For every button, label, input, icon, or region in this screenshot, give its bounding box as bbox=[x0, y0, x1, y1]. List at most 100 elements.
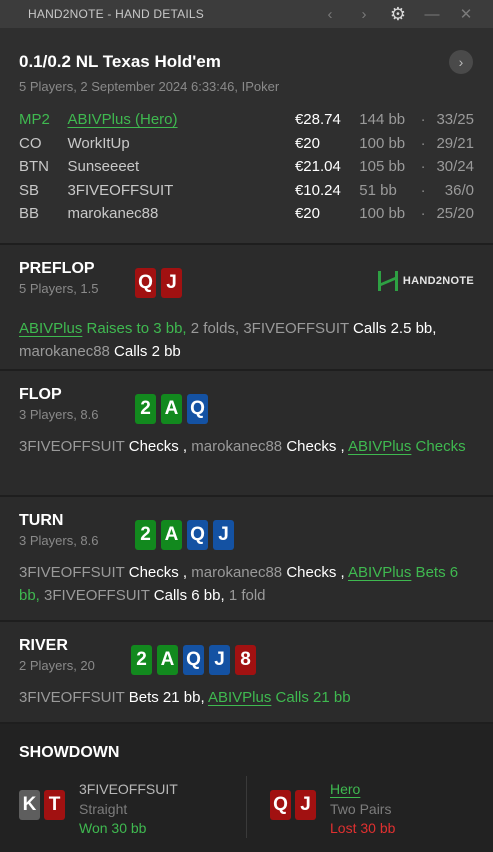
showdown-hero-link[interactable]: Hero bbox=[330, 781, 360, 797]
gear-icon[interactable]: ⚙ bbox=[381, 0, 415, 28]
player-name: 3FIVEOFFSUIT bbox=[243, 320, 349, 337]
action-text: Calls 6 bb, bbox=[149, 586, 229, 604]
street-actions: 3FIVEOFFSUIT Checks , marokanec88 Checks… bbox=[19, 436, 474, 459]
showdown-result: Lost 30 bb bbox=[330, 820, 396, 836]
next-hand-button[interactable]: › bbox=[449, 50, 473, 74]
card: A bbox=[157, 645, 178, 675]
minimize-icon[interactable]: — bbox=[415, 0, 449, 28]
card: J bbox=[161, 268, 182, 298]
hole-cards: Q J bbox=[135, 268, 182, 298]
card: Q bbox=[270, 790, 291, 820]
player-stats: 25/20 bbox=[436, 205, 474, 223]
action-text: Calls 2 bb bbox=[109, 342, 181, 360]
action-text: Calls 21 bb bbox=[271, 689, 351, 706]
player-name-link[interactable]: ABIVPlus (Hero) bbox=[67, 111, 177, 128]
action-text: Checks , bbox=[124, 564, 192, 581]
board-cards: 2 A Q J bbox=[135, 520, 234, 550]
players-table: MP2 ABIVPlus (Hero) €28.74 144 bb · 33/2… bbox=[19, 108, 474, 226]
player-bb: 144 bb bbox=[359, 111, 406, 129]
card: 2 bbox=[135, 520, 156, 550]
action-text: Raises to 3 bb, bbox=[82, 320, 191, 337]
player-name[interactable]: marokanec88 bbox=[67, 205, 295, 222]
street-actions: ABIVPlus Raises to 3 bb, 2 folds, 3FIVEO… bbox=[19, 318, 474, 363]
card: 2 bbox=[135, 394, 156, 424]
card: 8 bbox=[235, 645, 256, 675]
card: Q bbox=[135, 268, 156, 298]
separator: · bbox=[420, 111, 426, 129]
player-stats: 30/24 bbox=[436, 158, 474, 176]
action-text: Bets 21 bb, bbox=[124, 689, 208, 706]
card: T bbox=[44, 790, 65, 820]
separator: · bbox=[420, 181, 426, 199]
player-name[interactable]: WorkItUp bbox=[67, 135, 295, 152]
player-stack: €28.74 bbox=[294, 111, 341, 129]
chevron-right-icon[interactable]: › bbox=[347, 0, 381, 28]
showdown-player-name: 3FIVEOFFSUIT bbox=[79, 781, 178, 797]
player-row: BB marokanec88 €20 100 bb · 25/20 bbox=[19, 202, 474, 226]
player-link[interactable]: ABIVPlus bbox=[348, 564, 411, 581]
street-actions: 3FIVEOFFSUIT Bets 21 bb, ABIVPlus Calls … bbox=[19, 687, 474, 710]
logo-text: HAND2NOTE bbox=[402, 275, 474, 287]
player-row: CO WorkItUp €20 100 bb · 29/21 bbox=[19, 132, 474, 156]
action-text: Checks , bbox=[282, 438, 349, 455]
separator: · bbox=[420, 134, 426, 152]
hand-header: 0.1/0.2 NL Texas Hold'em 5 Players, 2 Se… bbox=[0, 28, 493, 243]
chevron-left-icon[interactable]: ‹ bbox=[313, 0, 347, 28]
player-stack: €20 bbox=[294, 205, 320, 223]
street-subtitle: 3 Players, 8.6 bbox=[19, 533, 99, 548]
card: A bbox=[161, 520, 182, 550]
separator: · bbox=[420, 158, 426, 176]
action-text: Checks bbox=[411, 438, 466, 455]
player-position: MP2 bbox=[19, 111, 50, 129]
showdown-result: Won 30 bb bbox=[79, 820, 147, 836]
close-icon[interactable]: ✕ bbox=[449, 0, 483, 28]
river-section: RIVER 2 Players, 20 2 A Q J 8 3FIVEOFFSU… bbox=[0, 620, 493, 722]
player-bb: 51 bb bbox=[359, 181, 397, 199]
player-link[interactable]: ABIVPlus bbox=[348, 438, 411, 455]
player-link[interactable]: ABIVPlus bbox=[208, 689, 271, 706]
card: J bbox=[209, 645, 230, 675]
card: Q bbox=[183, 645, 204, 675]
street-subtitle: 3 Players, 8.6 bbox=[19, 407, 99, 422]
hand2note-logo-icon bbox=[377, 271, 398, 291]
card: Q bbox=[187, 394, 208, 424]
player-stack: €21.04 bbox=[294, 158, 341, 176]
player-stats: 36/0 bbox=[444, 181, 474, 199]
player-row: BTN Sunseeeet €21.04 105 bb · 30/24 bbox=[19, 155, 474, 179]
street-title: FLOP bbox=[19, 386, 62, 403]
board-cards: 2 A Q J 8 bbox=[131, 645, 256, 675]
action-text: Checks , bbox=[282, 564, 349, 581]
player-name: marokanec88 bbox=[191, 438, 283, 455]
turn-section: TURN 3 Players, 8.6 2 A Q J 3FIVEOFFSUIT… bbox=[0, 495, 493, 620]
action-text: 2 folds, bbox=[190, 320, 244, 337]
hand-title: 0.1/0.2 NL Texas Hold'em bbox=[19, 52, 221, 71]
showdown-hand: Straight bbox=[79, 800, 128, 817]
player-bb: 100 bb bbox=[359, 134, 406, 152]
player-link[interactable]: ABIVPlus bbox=[19, 320, 82, 337]
showdown-title: SHOWDOWN bbox=[19, 744, 120, 761]
player-stats: 29/21 bbox=[436, 134, 474, 152]
player-position: CO bbox=[19, 134, 42, 152]
player-bb: 100 bb bbox=[359, 205, 406, 223]
card: Q bbox=[187, 520, 208, 550]
hand2note-logo: HAND2NOTE bbox=[377, 270, 474, 292]
showdown-player-hero: Q J Hero Two Pairs Lost 30 bb bbox=[270, 780, 395, 839]
card: 2 bbox=[131, 645, 152, 675]
shown-cards: K T bbox=[19, 790, 65, 839]
player-row: SB 3FIVEOFFSUIT €10.24 51 bb · 36/0 bbox=[19, 179, 474, 203]
showdown-player-villain: K T 3FIVEOFFSUIT Straight Won 30 bb bbox=[19, 780, 178, 839]
card: J bbox=[213, 520, 234, 550]
street-actions: 3FIVEOFFSUIT Checks , marokanec88 Checks… bbox=[19, 562, 474, 607]
player-name: 3FIVEOFFSUIT bbox=[19, 564, 125, 581]
player-name[interactable]: 3FIVEOFFSUIT bbox=[67, 182, 295, 199]
player-name: marokanec88 bbox=[19, 342, 110, 360]
player-stack: €20 bbox=[294, 134, 320, 152]
card: A bbox=[161, 394, 182, 424]
showdown-section: SHOWDOWN K T 3FIVEOFFSUIT Straight Won 3… bbox=[0, 722, 493, 852]
title-bar: HAND2NOTE - HAND DETAILS ‹ › ⚙ — ✕ bbox=[0, 0, 493, 28]
player-name: 3FIVEOFFSUIT bbox=[19, 438, 125, 455]
player-name[interactable]: Sunseeeet bbox=[67, 158, 295, 175]
player-stats: 33/25 bbox=[436, 111, 474, 129]
player-name: 3FIVEOFFSUIT bbox=[19, 689, 125, 706]
card: K bbox=[19, 790, 40, 820]
